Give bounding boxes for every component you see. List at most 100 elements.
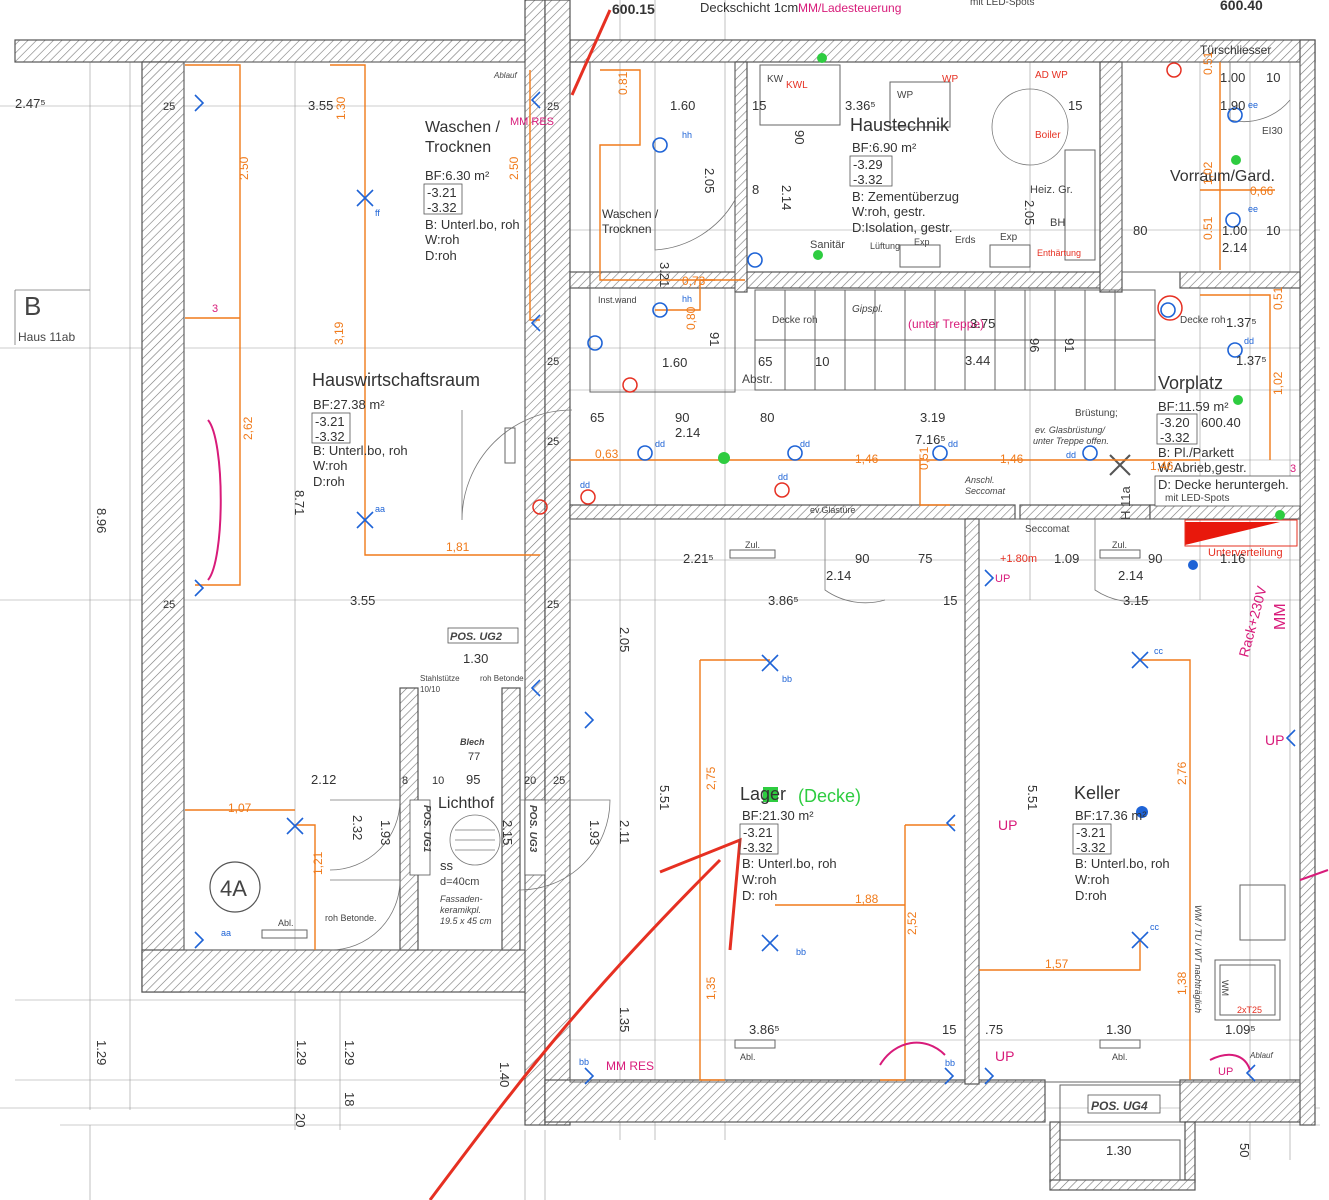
header-elev-left: 600.15 xyxy=(612,1,655,17)
room-bf: BF:27.38 m² xyxy=(313,397,385,412)
blech-label: Blech xyxy=(460,737,485,747)
enthaertung-label: Enthärtung xyxy=(1037,248,1081,258)
stahlstuetze-label: Stahlstütze xyxy=(420,674,460,683)
axis-b-label: B xyxy=(24,291,41,321)
dim-text: 18 xyxy=(342,1092,357,1106)
dim-text: 1.00 xyxy=(1222,223,1247,238)
mm-res-label-2: MM RES xyxy=(606,1059,654,1073)
dim-text: 25 xyxy=(547,101,559,113)
odim-text: 1,46 xyxy=(855,452,879,466)
rack-label: Rack+230V xyxy=(1235,584,1269,659)
odim-text: 3,19 xyxy=(332,321,346,345)
dim-text: 50 xyxy=(1237,1143,1252,1157)
dim-text: 2.05 xyxy=(1022,200,1037,225)
sanitaer-label: Sanitär xyxy=(810,239,845,251)
seccomat-label: Seccomat xyxy=(965,486,1006,496)
room-name: Lager xyxy=(740,784,786,804)
abstr-label: Abstr. xyxy=(742,372,773,386)
odim-text: 1,02 xyxy=(1271,371,1285,395)
tag-aa-2: aa xyxy=(221,928,231,938)
dim-text: 10 xyxy=(1266,223,1280,238)
dim-text: 7.16⁵ xyxy=(915,432,946,447)
dim-text: 96 xyxy=(1027,338,1042,352)
dim-text: 15 xyxy=(943,593,957,608)
tag-dd-4: dd xyxy=(1066,450,1076,460)
room-w: W:roh xyxy=(1075,872,1109,887)
odim-text: 1,57 xyxy=(1045,957,1069,971)
dim-text: 1.09⁵ xyxy=(1225,1022,1256,1037)
dim-text: 2.21⁵ xyxy=(683,551,714,566)
dim-text: 8.96 xyxy=(94,508,109,533)
tag-ee: ee xyxy=(1248,100,1258,110)
room-lvl2: -3.32 xyxy=(1160,430,1190,445)
header-deckschicht: Deckschicht 1cm xyxy=(700,0,798,15)
dim-text: 3.21 xyxy=(657,262,672,287)
odim-text: 1,02 xyxy=(1201,161,1215,185)
anschl-label: Anschl. xyxy=(964,475,995,485)
room-d2: mit LED-Spots xyxy=(1165,493,1229,504)
dim-text: 3.86⁵ xyxy=(768,593,799,608)
tag-aa: aa xyxy=(375,504,385,514)
room-name-2: Trocknen xyxy=(425,139,491,156)
room-waschen-b-name: Waschen / xyxy=(602,207,659,221)
dim-text: 2.14 xyxy=(1222,240,1247,255)
seccomat-label-2: Seccomat xyxy=(1025,524,1070,535)
odim-text: 1,46 xyxy=(1150,459,1174,473)
room-vorraum-name: Vorraum/Gard. xyxy=(1170,168,1275,185)
ablauf-label-2: Ablauf xyxy=(1249,1051,1273,1060)
tag-dd: dd xyxy=(655,439,665,449)
odim-text: 0.51 xyxy=(1201,51,1215,75)
lichthof-ss: ss xyxy=(440,858,454,873)
dim-text: 10 xyxy=(1266,70,1280,85)
tag-dd-5: dd xyxy=(580,480,590,490)
dim-text: 2.12 xyxy=(311,772,336,787)
pos-ug1-label: POS. UG1 xyxy=(421,805,432,853)
room-b: B: Unterl.bo, roh xyxy=(1075,856,1170,871)
tag-dd-2: dd xyxy=(800,439,810,449)
tag-ff: ff xyxy=(375,208,380,218)
dim-text: 3.75 xyxy=(970,316,995,331)
dim-text: 1.37⁵ xyxy=(1226,315,1257,330)
dim-text: 1.30 xyxy=(463,651,488,666)
dim-text: 80 xyxy=(760,410,774,425)
odim-text: 2,62 xyxy=(241,416,255,440)
dim-text: 1.37⁵ xyxy=(1236,353,1267,368)
room-name: Vorplatz xyxy=(1158,373,1223,393)
dim-text: 1.60 xyxy=(662,355,687,370)
abl-label: Abl. xyxy=(278,918,294,928)
room-lvl1: -3.21 xyxy=(743,825,773,840)
tag-cc-2: cc xyxy=(1150,922,1160,932)
exp-label-2: Exp xyxy=(1000,232,1018,243)
tag-dd-3: dd xyxy=(948,439,958,449)
zul-label: Zul. xyxy=(745,540,760,550)
dim-text: 25 xyxy=(163,101,175,113)
stahl-dim-label: 10/10 xyxy=(420,685,441,694)
dim-text: 90 xyxy=(792,130,807,144)
heiz-label: Heiz. Gr. xyxy=(1030,184,1073,196)
lueftung-label: Lüftung xyxy=(870,241,900,251)
room-d: D:roh xyxy=(313,474,345,489)
odim-text: 1,88 xyxy=(855,892,879,906)
dim-text: 25 xyxy=(163,599,175,611)
room-lvl1: -3.21 xyxy=(315,414,345,429)
room-lvl2: -3.32 xyxy=(1076,840,1106,855)
dim-text: 25 xyxy=(547,356,559,368)
unterverteilung-red-wedge xyxy=(1185,522,1280,545)
dim-text: 1.16 xyxy=(1220,551,1245,566)
roh-betonde-label-2: roh Betonde. xyxy=(325,913,377,923)
floor-plan: 600.15 Deckschicht 1cm MM/Ladesteuerung … xyxy=(0,0,1329,1200)
dim-text: 3.19 xyxy=(920,410,945,425)
tag-cc: cc xyxy=(1154,646,1164,656)
dim-text: 65 xyxy=(758,354,772,369)
boiler-label: Boiler xyxy=(1035,130,1061,141)
odim-text: 2,76 xyxy=(1175,761,1189,785)
up-label-2: UP xyxy=(995,573,1010,585)
dim-text: 77 xyxy=(468,751,480,763)
room-bf: BF:21.30 m² xyxy=(742,808,814,823)
room-name: Keller xyxy=(1074,783,1120,803)
kwl-label: KWL xyxy=(786,80,808,91)
abl-label-keller: Abl. xyxy=(1112,1052,1128,1062)
dim-text: 8 xyxy=(752,182,759,197)
dim-text: 3.55 xyxy=(350,593,375,608)
tag-bb-2: bb xyxy=(796,947,806,957)
